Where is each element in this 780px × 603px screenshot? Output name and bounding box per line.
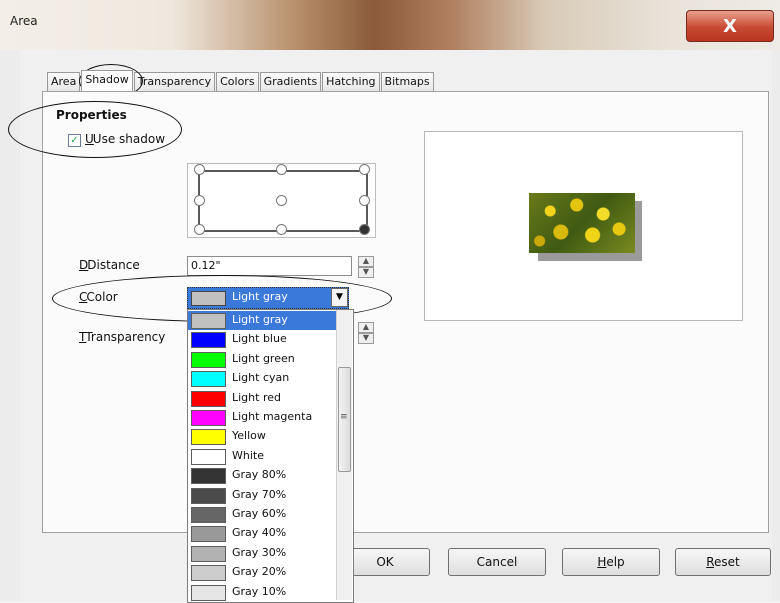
color-option-label: Gray 40% [232,526,287,540]
transparency-spinner[interactable]: ▲ ▼ [358,322,374,344]
color-option[interactable]: Light red [188,389,338,408]
color-dropdown-list[interactable]: Light gray Light blue Light green Light cya… [187,309,354,603]
color-option-label: Gray 80% [232,468,287,482]
color-option-label: Light red [232,390,281,404]
color-swatch [191,565,226,582]
window-title: Area [10,14,38,28]
color-option-label: Light magenta [232,410,313,423]
position-middle-right[interactable] [359,195,370,206]
position-center[interactable] [276,195,287,206]
color-option-label: Gray 30% [232,545,287,559]
color-swatch [191,448,226,465]
color-option-label: Gray 70% [232,487,287,501]
tab-colors[interactable]: Colors [216,72,259,91]
color-swatch [191,410,226,426]
color-swatch [191,487,226,504]
distance-down-icon[interactable]: ▼ [358,267,374,278]
color-swatch [191,313,226,329]
close-icon: X [723,15,737,37]
position-top-right[interactable] [359,164,370,175]
position-middle-left[interactable] [194,195,205,206]
distance-label: DDistance [79,258,140,272]
color-option[interactable]: Light cyan [188,369,338,388]
color-option[interactable]: Gray 30% [188,544,338,563]
grip-icon: ≡ [340,412,348,422]
color-option[interactable]: Light gray [188,311,338,330]
color-option-label: Light cyan [232,371,290,385]
tab-shadow[interactable]: Shadow [81,70,133,91]
tab-bar: Area Shadow Transparency Colors Gradient… [47,70,435,92]
color-swatch [191,507,226,523]
color-option-label: Light green [232,351,295,365]
transparency-label: TTransparency [79,330,166,344]
color-option-label: Gray 20% [232,565,287,579]
color-option[interactable]: Gray 20% [188,563,338,582]
position-bottom-left[interactable] [194,224,205,235]
color-option[interactable]: Light blue [188,330,338,349]
tab-bitmaps[interactable]: Bitmaps [380,72,434,91]
color-option[interactable]: White [188,447,338,466]
help-button[interactable]: Help [562,548,660,576]
color-option[interactable]: Gray 60% [188,505,338,524]
transparency-down-icon[interactable]: ▼ [358,333,374,344]
color-option-label: Yellow [232,429,266,443]
color-option[interactable]: Yellow [188,427,338,446]
color-option-label: Gray 10% [232,584,287,598]
color-swatch [191,351,226,368]
tab-gradients[interactable]: Gradients [259,72,322,91]
color-swatch [191,429,226,446]
color-swatch [191,526,226,543]
distance-up-icon[interactable]: ▲ [358,256,374,267]
reset-button[interactable]: Reset [675,548,771,576]
color-swatch [191,584,226,601]
color-option-label: Light gray [232,313,288,326]
color-option-label: Gray 60% [232,507,287,520]
color-option[interactable]: Light green [188,350,338,369]
tab-area[interactable]: Area [47,72,81,91]
color-option[interactable]: Gray 70% [188,486,338,505]
color-option[interactable]: Light magenta [188,408,338,427]
color-option[interactable]: Gray 80% [188,466,338,485]
color-option-label: Light blue [232,332,287,346]
color-option[interactable]: Gray 40% [188,524,338,543]
transparency-up-icon[interactable]: ▲ [358,322,374,333]
close-button[interactable]: X [686,10,774,42]
color-swatch [191,468,226,485]
tab-transparency[interactable]: Transparency [133,72,216,91]
tab-hatching[interactable]: Hatching [322,72,380,91]
color-option[interactable]: Gray 10% [188,583,338,602]
cancel-button[interactable]: Cancel [448,548,546,576]
position-bottom-right-selected[interactable] [359,224,370,235]
properties-highlight-ellipse [8,101,182,158]
position-top-center[interactable] [276,164,287,175]
distance-field[interactable]: 0.12" [187,256,352,276]
color-swatch [191,332,226,349]
color-swatch [191,390,226,407]
distance-spinner[interactable]: ▲ ▼ [358,256,374,278]
position-bottom-center[interactable] [276,224,287,235]
preview-image [529,193,635,253]
position-top-left[interactable] [194,164,205,175]
color-swatch [191,371,226,388]
color-option-label: White [232,448,264,462]
title-bar [0,0,780,50]
color-swatch [191,545,226,562]
